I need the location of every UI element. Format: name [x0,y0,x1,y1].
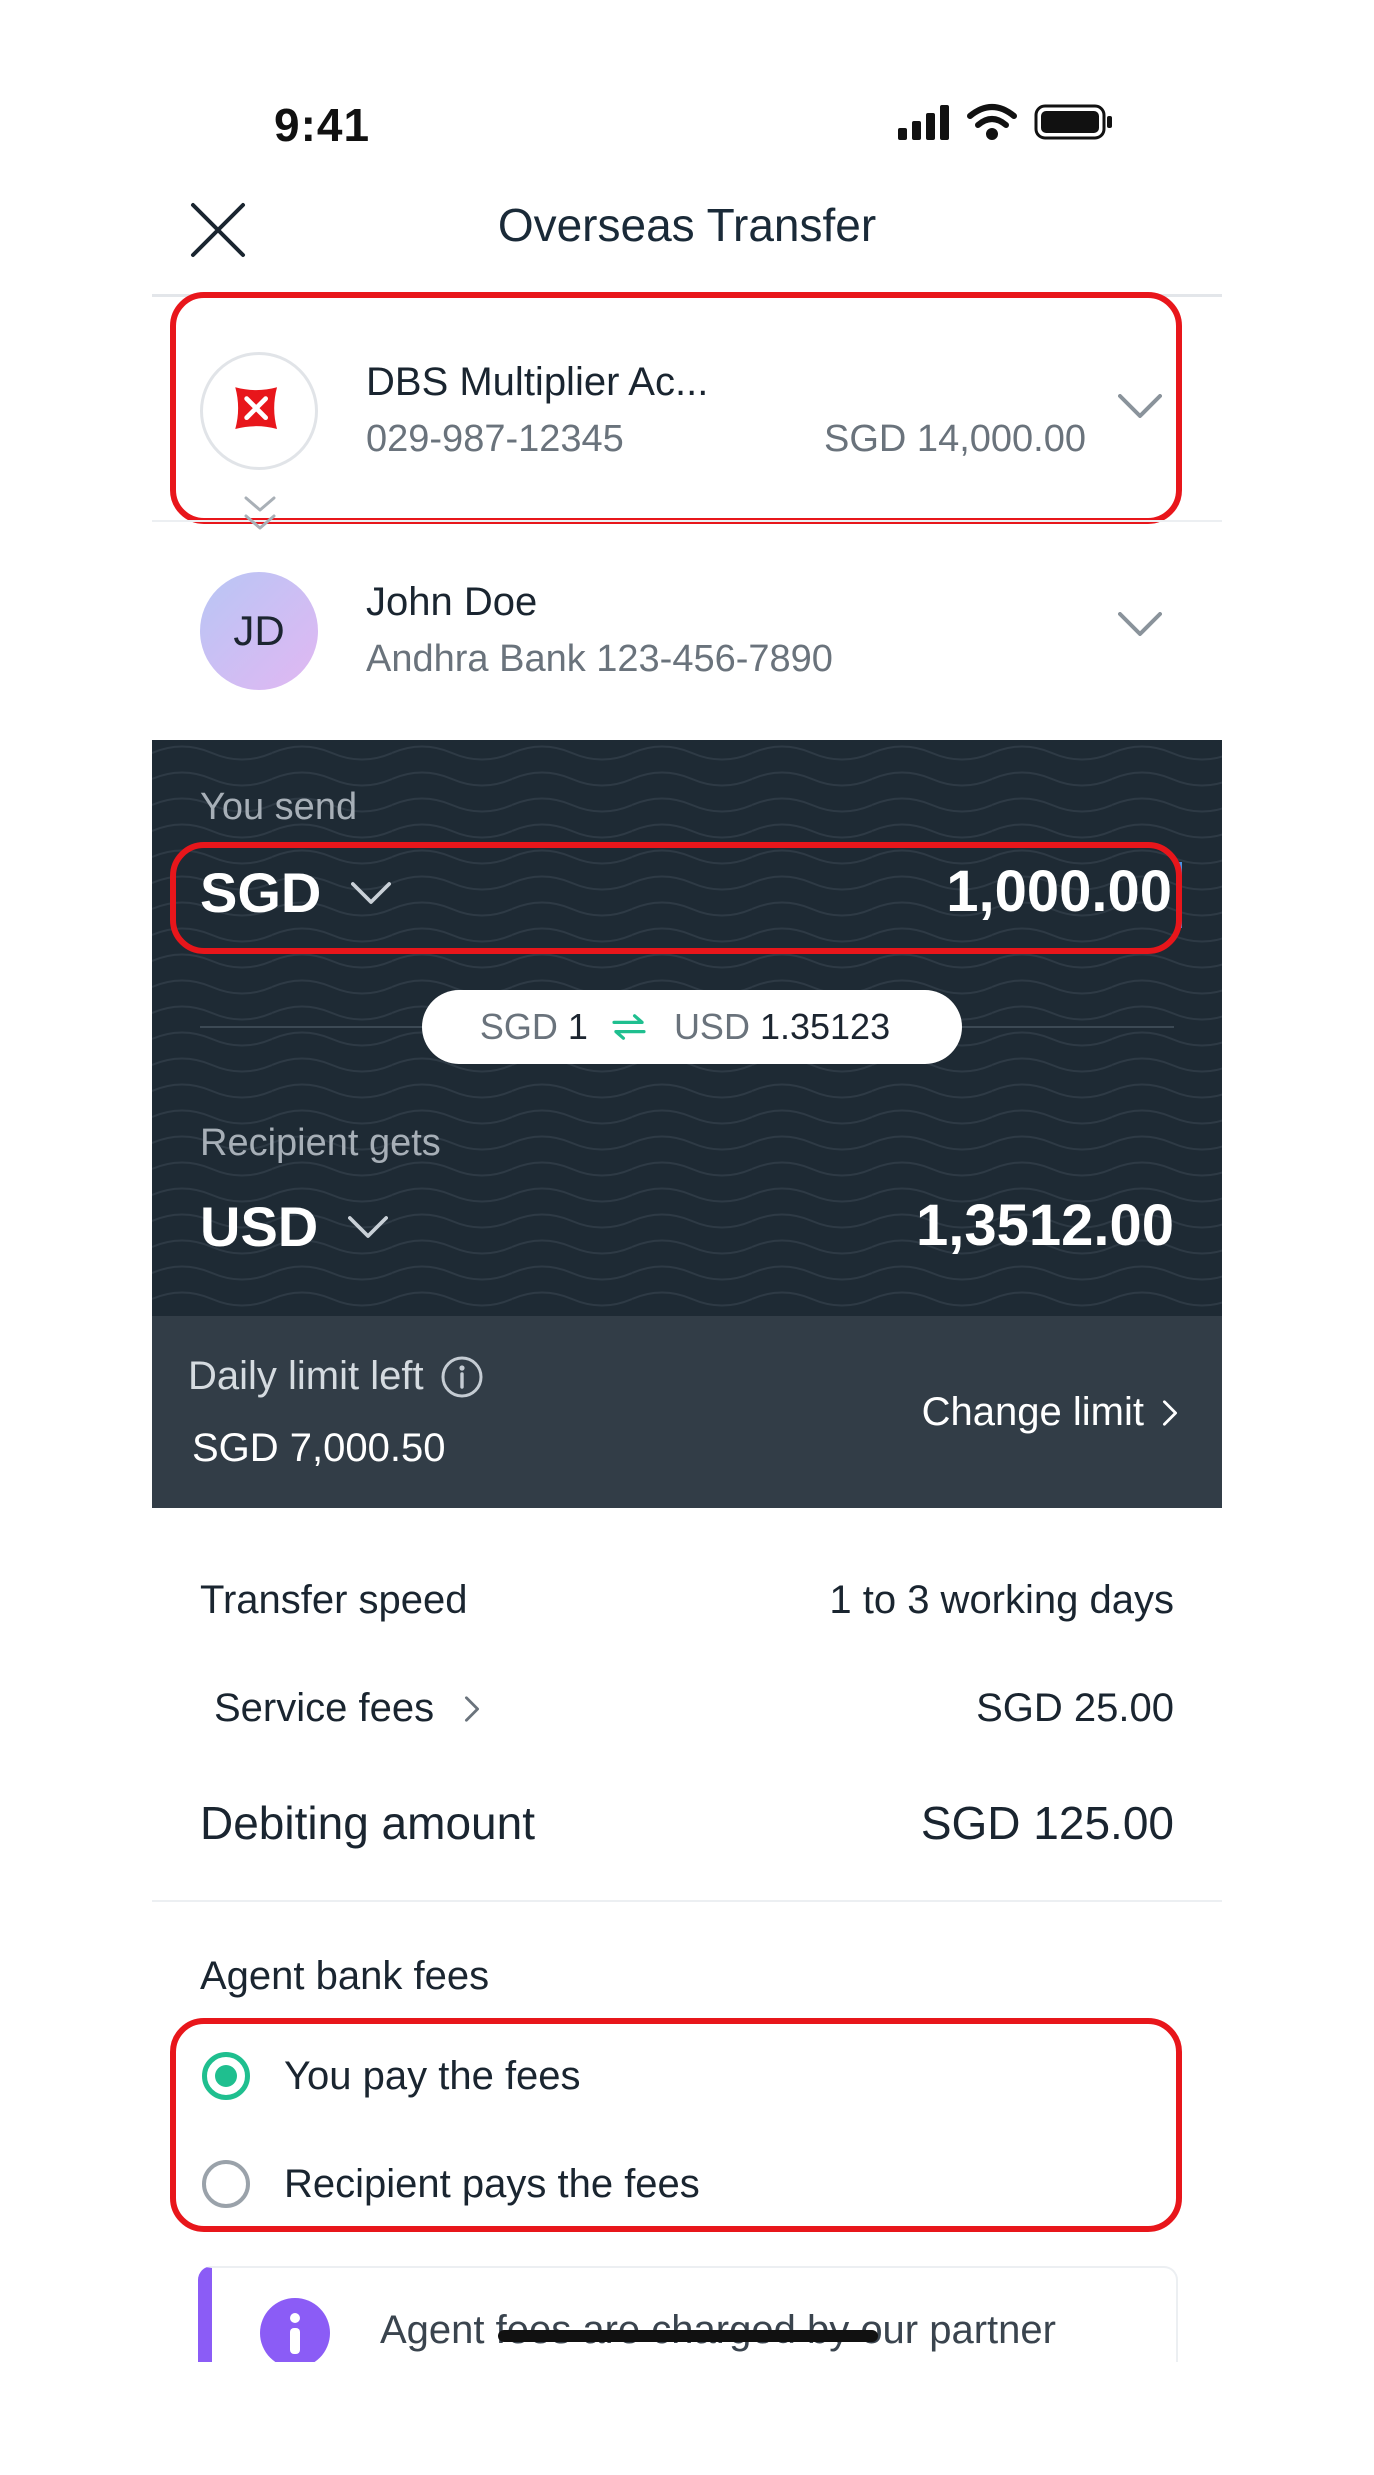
rate-from-currency: SGD [479,1006,558,1047]
daily-limit-label: Daily limit left [188,1354,424,1398]
swap-arrows-icon [612,1014,646,1040]
rate-from-value: 1 [567,1006,588,1047]
recipient-avatar: JD [200,572,318,690]
page-title: Overseas Transfer [497,199,877,251]
receive-label: Recipient gets [200,1122,441,1164]
recipient-bank: Andhra Bank 123-456-7890 [366,638,833,680]
receive-amount: 1,3512.00 [915,1193,1174,1258]
from-account-highlight [170,292,1182,524]
exchange-rate-pill: SGD 1 USD 1.35123 [422,990,962,1064]
service-fees-link[interactable]: Service fees [214,1686,480,1731]
phone-screen: 9:41 Overseas Transfer DBS Multiplier Ac… [152,0,1222,2475]
chevron-right-icon [465,1695,480,1722]
change-limit-link[interactable]: Change limit [922,1390,1178,1435]
daily-limit-label-group: Daily limit left [188,1354,484,1399]
agent-fees-title: Agent bank fees [200,1954,490,1998]
daily-limit-bar: Daily limit left SGD 7,000.50 Change lim… [152,1316,1222,1508]
rate-to-currency: USD [673,1006,750,1047]
info-filled-icon [260,2298,330,2368]
debiting-amount-value: SGD 125.00 [920,1797,1174,1849]
status-icons [898,104,1112,140]
recipient-name: John Doe [366,580,538,624]
chevron-down-icon[interactable] [1118,612,1162,636]
signal-icon [898,105,949,140]
transfer-speed-value: 1 to 3 working days [829,1578,1174,1622]
change-limit-label: Change limit [921,1390,1144,1434]
recipient-row[interactable]: JD John Doe Andhra Bank 123-456-7890 [152,524,1222,740]
transfer-speed-label: Transfer speed [200,1578,468,1622]
strikethrough-mark [498,2330,878,2342]
section-divider [152,1900,1222,1902]
row-divider [152,520,1222,522]
send-label: You send [200,786,358,828]
info-icon[interactable] [440,1355,484,1399]
receive-currency: USD [200,1195,319,1258]
agent-fees-highlight [170,2018,1182,2232]
rate-to-value: 1.35123 [759,1006,891,1047]
wifi-icon [967,104,1017,140]
send-amount-highlight [170,842,1182,954]
service-fees-label: Service fees [214,1686,435,1730]
receive-currency-selector[interactable]: USD [200,1194,389,1259]
info-card-fade [152,2362,1222,2475]
daily-limit-value: SGD 7,000.50 [192,1426,446,1470]
chevron-right-icon [1163,1399,1177,1426]
service-fees-value: SGD 25.00 [976,1686,1174,1730]
debiting-amount-label: Debiting amount [200,1797,535,1849]
chevron-down-icon [348,1215,389,1238]
battery-icon [1034,104,1112,140]
status-time: 9:41 [274,99,371,151]
